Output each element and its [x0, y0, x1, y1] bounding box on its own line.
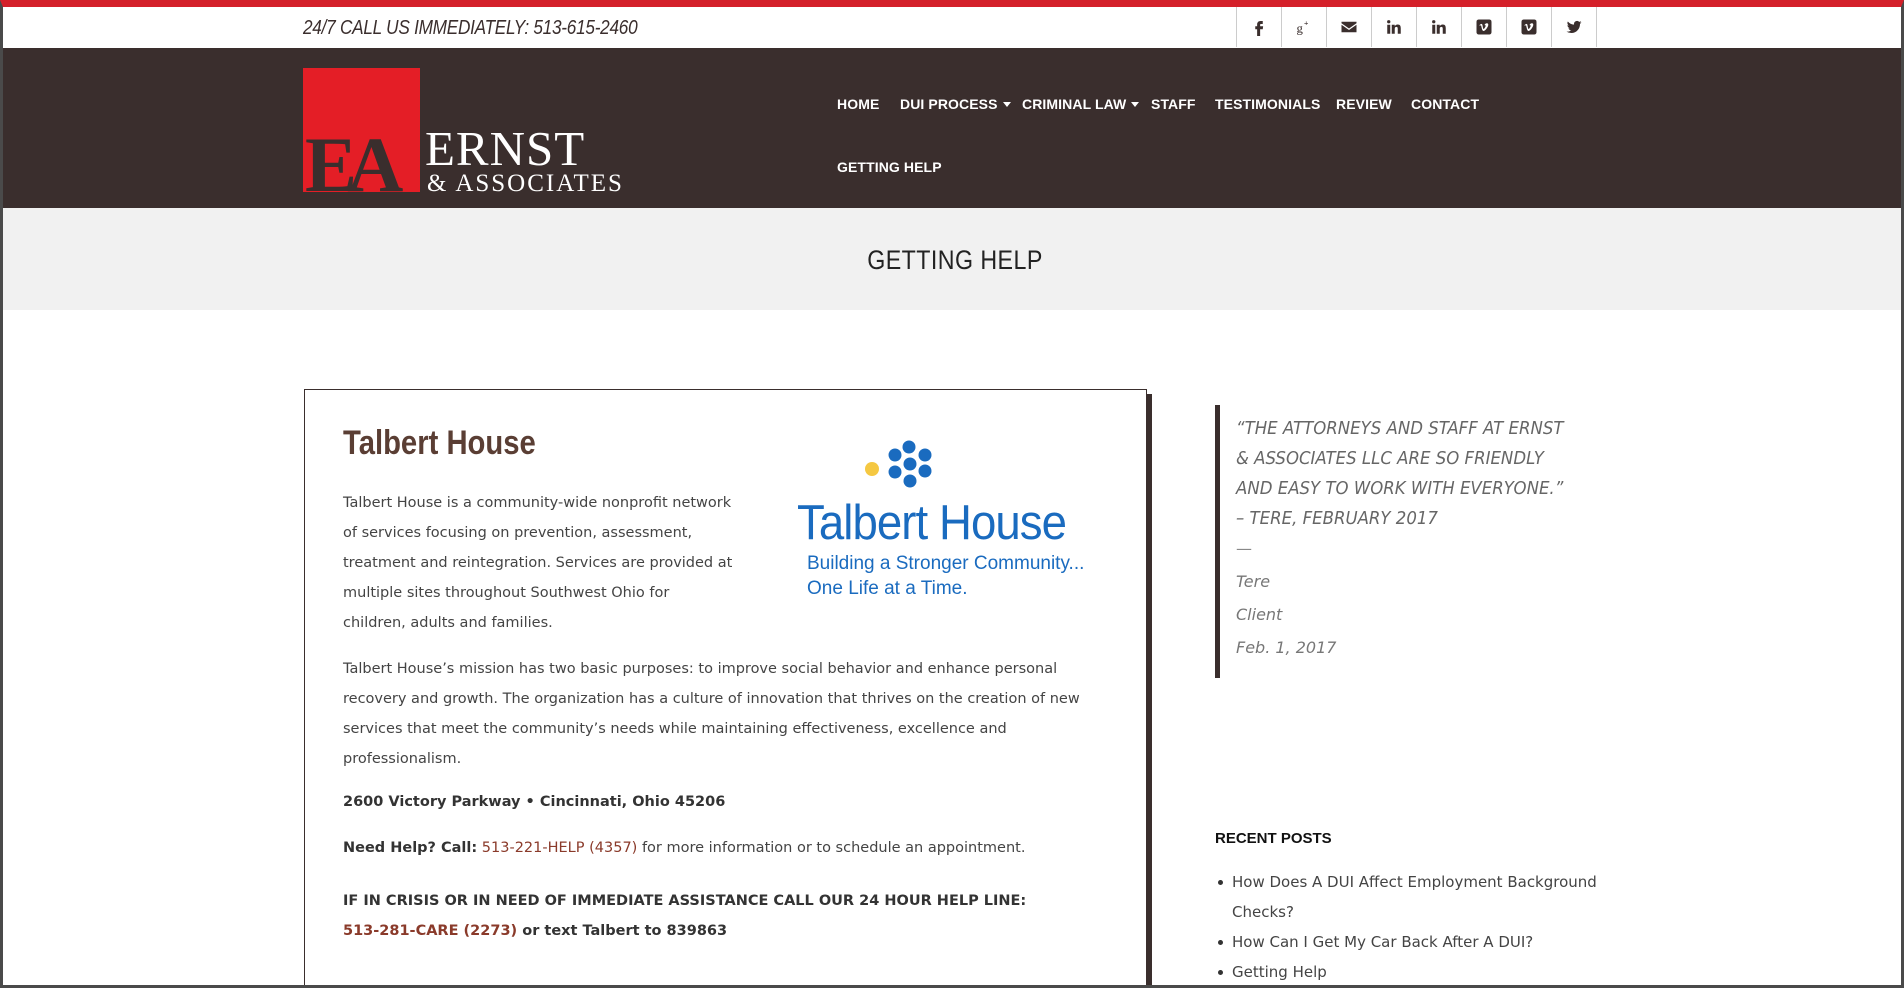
- linkedin-link-1[interactable]: [1372, 7, 1417, 47]
- google-plus-link[interactable]: g +: [1282, 7, 1327, 47]
- nav-testimonials[interactable]: TESTIMONIALS: [1215, 96, 1320, 112]
- intro-paragraph: Talbert House is a community-wide nonpro…: [343, 495, 733, 631]
- social-links: g +: [1236, 7, 1597, 47]
- logo-subname: & ASSOCIATES: [427, 170, 624, 197]
- testimonial-role: Client: [1236, 605, 1283, 624]
- nav-getting-help[interactable]: GETTING HELP: [837, 159, 942, 175]
- nav-criminal-law-label: CRIMINAL LAW: [1022, 96, 1127, 112]
- card-title: Talbert House: [343, 424, 536, 462]
- vimeo-link-1[interactable]: [1462, 7, 1507, 47]
- help-phone-link[interactable]: 513-221-HELP (4357): [482, 840, 638, 856]
- email-link[interactable]: [1327, 7, 1372, 47]
- crisis-suffix: or text Talbert to 839863: [522, 923, 728, 939]
- vimeo-icon: [1521, 19, 1537, 35]
- testimonial-quote: “THE ATTORNEYS AND STAFF AT ERNST & ASSO…: [1215, 405, 1595, 678]
- recent-post-item[interactable]: How Does A DUI Affect Employment Backgro…: [1218, 867, 1602, 927]
- talbert-dots-icon: [865, 440, 932, 488]
- site-header: EA ERNST & ASSOCIATES HOME DUI PROCESS C…: [3, 48, 1901, 208]
- recent-post-link[interactable]: Getting Help: [1232, 963, 1327, 981]
- talbert-logo-name: Talbert House: [797, 496, 1067, 550]
- facebook-link[interactable]: [1237, 7, 1282, 47]
- help-prefix: Need Help? Call:: [343, 840, 478, 856]
- call-banner[interactable]: 24/7 CALL US IMMEDIATELY: 513-615-2460: [303, 17, 638, 40]
- address: 2600 Victory Parkway • Cincinnati, Ohio …: [343, 794, 726, 810]
- crisis-heading: IF IN CRISIS OR IN NEED OF IMMEDIATE ASS…: [343, 893, 1027, 909]
- nav-dui-process-label: DUI PROCESS: [900, 96, 998, 112]
- talbert-logo-tagline-2: One Life at a Time.: [807, 578, 968, 599]
- nav-staff[interactable]: STAFF: [1151, 96, 1196, 112]
- nav-dui-process[interactable]: DUI PROCESS: [900, 96, 1011, 112]
- page-title-band: GETTING HELP: [3, 208, 1901, 310]
- twitter-link[interactable]: [1552, 7, 1597, 47]
- google-plus-icon: g +: [1297, 19, 1310, 36]
- vimeo-link-2[interactable]: [1507, 7, 1552, 47]
- email-icon: [1341, 21, 1357, 33]
- recent-posts-list: How Does A DUI Affect Employment Backgro…: [1218, 867, 1602, 985]
- content-card: Talbert House Talbert House is a communi…: [304, 389, 1147, 985]
- recent-post-link[interactable]: How Can I Get My Car Back After A DUI?: [1232, 933, 1533, 951]
- help-line: Need Help? Call: 513-221-HELP (4357) for…: [343, 840, 1025, 856]
- top-bar: 24/7 CALL US IMMEDIATELY: 513-615-2460 g…: [3, 7, 1901, 48]
- linkedin-icon: [1432, 20, 1446, 34]
- recent-posts-title: RECENT POSTS: [1215, 830, 1332, 847]
- crisis-phone-link[interactable]: 513-281-CARE (2273): [343, 923, 517, 939]
- help-suffix: for more information or to schedule an a…: [641, 840, 1026, 856]
- browser-frame: 24/7 CALL US IMMEDIATELY: 513-615-2460 g…: [0, 0, 1904, 988]
- logo-initials: EA: [305, 121, 403, 208]
- testimonial-date: Feb. 1, 2017: [1236, 638, 1337, 657]
- linkedin-link-2[interactable]: [1417, 7, 1462, 47]
- testimonial-dash: —: [1236, 539, 1252, 558]
- recent-post-item[interactable]: Getting Help: [1218, 957, 1602, 985]
- logo-name: ERNST: [425, 121, 586, 176]
- page-title: GETTING HELP: [867, 245, 1043, 275]
- caret-down-icon: [1002, 102, 1011, 107]
- crisis-line: IF IN CRISIS OR IN NEED OF IMMEDIATE ASS…: [343, 886, 1026, 946]
- svg-text:g: g: [1297, 21, 1304, 35]
- vimeo-icon: [1476, 19, 1492, 35]
- talbert-logo-tagline-1: Building a Stronger Community...: [807, 553, 1085, 574]
- mission-paragraph: Talbert House’s mission has two basic pu…: [343, 661, 1080, 767]
- nav-criminal-law[interactable]: CRIMINAL LAW: [1022, 96, 1140, 112]
- nav-review[interactable]: REVIEW: [1336, 96, 1392, 112]
- linkedin-icon: [1387, 20, 1401, 34]
- recent-post-item[interactable]: How Can I Get My Car Back After A DUI?: [1218, 927, 1602, 957]
- nav-contact[interactable]: CONTACT: [1411, 96, 1479, 112]
- testimonial-author: Tere: [1236, 572, 1271, 591]
- twitter-icon: [1566, 20, 1582, 33]
- nav-home[interactable]: HOME: [837, 96, 879, 112]
- caret-down-icon: [1131, 102, 1140, 107]
- talbert-house-logo: Talbert House Building a Stronger Commun…: [795, 440, 1115, 605]
- testimonial-text: “THE ATTORNEYS AND STAFF AT ERNST & ASSO…: [1236, 418, 1564, 529]
- svg-text:+: +: [1304, 19, 1309, 28]
- recent-post-link[interactable]: How Does A DUI Affect Employment Backgro…: [1232, 873, 1597, 921]
- facebook-icon: [1255, 21, 1264, 36]
- crisis-contact: 513-281-CARE (2273) or text Talbert to 8…: [343, 916, 1026, 946]
